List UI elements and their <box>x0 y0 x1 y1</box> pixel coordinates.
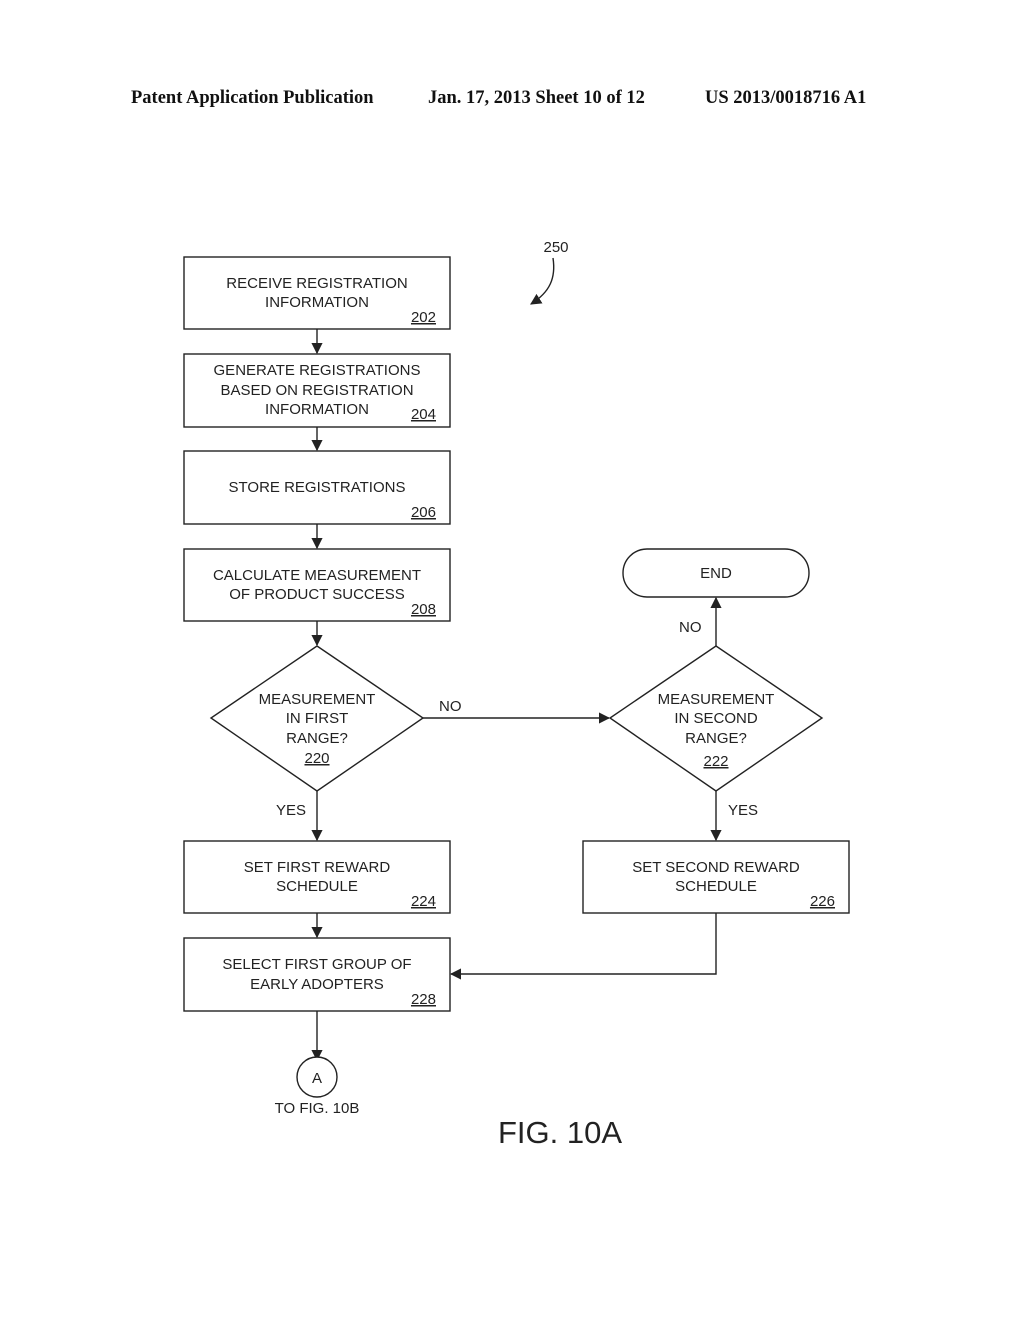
step-ref-number: 202 <box>411 309 436 326</box>
step-label-line: SET SECOND REWARD <box>632 859 800 876</box>
decision-label-line: RANGE? <box>286 730 348 747</box>
connector-caption: TO FIG. 10B <box>275 1100 360 1117</box>
step-label-line: GENERATE REGISTRATIONS <box>214 362 421 379</box>
edge-label-yes: YES <box>728 802 758 819</box>
off-page-connector-a: A TO FIG. 10B <box>275 1056 360 1117</box>
step-224-set-first-reward: SET FIRST REWARD SCHEDULE 224 <box>183 840 451 914</box>
decision-label-line: IN SECOND <box>674 710 758 727</box>
step-202-receive-registration: RECEIVE REGISTRATION INFORMATION 202 <box>183 256 451 330</box>
decision-label-line: IN FIRST <box>286 710 349 727</box>
step-ref-number: 224 <box>411 893 436 910</box>
step-208-calculate-measurement: CALCULATE MEASUREMENT OF PRODUCT SUCCESS… <box>183 548 451 622</box>
edge-label-no: NO <box>679 619 702 636</box>
step-ref-number: 226 <box>810 893 835 910</box>
decision-220-first-range: MEASUREMENT IN FIRST RANGE? 220 <box>209 645 425 792</box>
step-204-generate-registrations: GENERATE REGISTRATIONS BASED ON REGISTRA… <box>183 353 451 428</box>
step-label-line: STORE REGISTRATIONS <box>229 479 406 496</box>
edge-label-yes: YES <box>276 802 306 819</box>
step-ref-number: 228 <box>411 991 436 1008</box>
step-label-line: INFORMATION <box>265 294 369 311</box>
flowchart: 250 RECEIVE REGISTRATION INFORMATION 202… <box>183 239 850 1150</box>
terminator-label: END <box>700 565 732 582</box>
step-label-line: SELECT FIRST GROUP OF <box>222 956 411 973</box>
figure-reference-number: 250 <box>543 239 568 256</box>
step-label-line: INFORMATION <box>265 401 369 418</box>
step-ref-number: 206 <box>411 504 436 521</box>
step-label-line: RECEIVE REGISTRATION <box>226 275 407 292</box>
step-228-select-early-adopters: SELECT FIRST GROUP OF EARLY ADOPTERS 228 <box>183 937 451 1012</box>
step-label-line: SET FIRST REWARD <box>244 859 391 876</box>
reference-pointer-arrow <box>530 257 555 305</box>
step-label-line: OF PRODUCT SUCCESS <box>229 586 405 603</box>
step-ref-number: 204 <box>411 406 436 423</box>
terminator-end: END <box>622 548 810 598</box>
decision-ref-number: 222 <box>703 753 728 770</box>
decision-222-second-range: MEASUREMENT IN SECOND RANGE? 222 <box>608 645 824 792</box>
step-226-set-second-reward: SET SECOND REWARD SCHEDULE 226 <box>582 840 850 914</box>
connector-label: A <box>312 1070 322 1087</box>
step-label-line: CALCULATE MEASUREMENT <box>213 567 421 584</box>
step-label-line: SCHEDULE <box>276 878 358 895</box>
figure-label: FIG. 10A <box>498 1115 622 1150</box>
decision-ref-number: 220 <box>304 750 329 767</box>
step-label-line: EARLY ADOPTERS <box>250 976 384 993</box>
step-ref-number: 208 <box>411 601 436 618</box>
edge-label-no: NO <box>439 698 462 715</box>
step-label-line: SCHEDULE <box>675 878 757 895</box>
decision-label-line: MEASUREMENT <box>259 691 376 708</box>
step-label-line: BASED ON REGISTRATION <box>220 382 413 399</box>
decision-label-line: RANGE? <box>685 730 747 747</box>
arrow-226-to-228 <box>449 913 717 980</box>
decision-label-line: MEASUREMENT <box>658 691 775 708</box>
step-206-store-registrations: STORE REGISTRATIONS 206 <box>183 450 451 525</box>
